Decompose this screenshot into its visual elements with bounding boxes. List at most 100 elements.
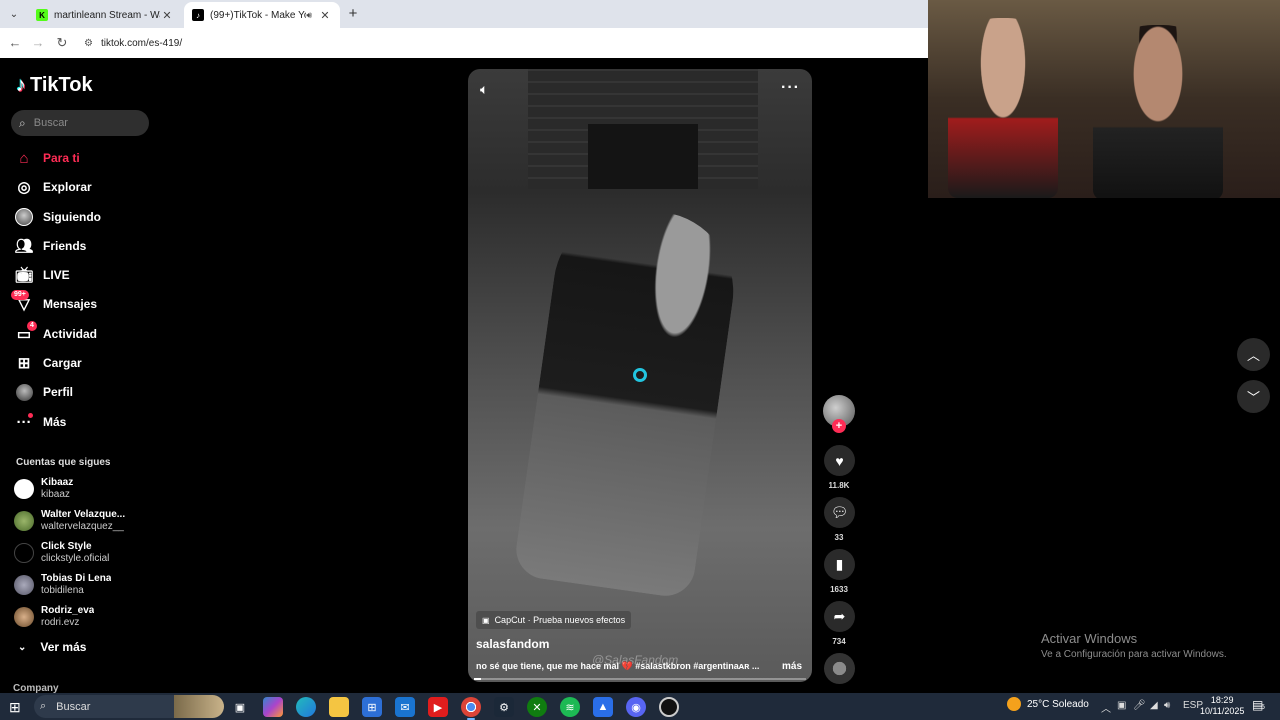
clock-date: 10/11/2025 <box>1200 706 1245 716</box>
volume-tray-icon[interactable]: 🔊︎ <box>1164 700 1170 711</box>
like-button[interactable]: ♥ <box>824 445 855 476</box>
comment-button[interactable]: 💬︎ <box>824 497 855 528</box>
volume-icon[interactable]: 🔈︎ <box>480 81 488 98</box>
save-count: 1633 <box>830 585 848 594</box>
app-icon[interactable]: ▲ <box>593 697 613 717</box>
notification-center-icon[interactable]: ▤ 5 <box>1252 698 1265 712</box>
nav-label: Siguiendo <box>43 210 101 224</box>
nav-para-ti[interactable]: ⌂ Para ti <box>14 146 154 170</box>
tab-audio-icon[interactable]: 🔊︎ <box>306 10 312 21</box>
taskbar-search[interactable]: ⌕ Buscar <box>34 695 224 718</box>
url-field[interactable]: ⚙ tiktok.com/es-419/ <box>84 33 182 53</box>
chrome-icon[interactable] <box>461 697 481 720</box>
nav-explorar[interactable]: ◎ Explorar <box>14 175 154 199</box>
browser-tab-tiktok[interactable]: ♪ (99+)TikTok - Make Your Da 🔊︎ ✕ <box>184 2 340 28</box>
account-name: Kibaaz <box>41 477 74 488</box>
webcam-overlay <box>928 0 1280 198</box>
video-progress-bar[interactable] <box>474 678 806 680</box>
steam-icon[interactable]: ⚙ <box>494 697 514 717</box>
caption-more-button[interactable]: más <box>782 661 802 672</box>
tab-search-dropdown-icon[interactable]: ⌄ <box>4 4 24 24</box>
file-explorer-icon[interactable] <box>329 697 349 717</box>
new-tab-button[interactable]: + <box>344 5 362 23</box>
nav-label: Más <box>43 415 67 429</box>
video-player[interactable]: 🔈︎ ··· ▣ CapCut · Prueba nuevos efectos … <box>468 69 812 682</box>
network-icon[interactable]: ◢ <box>1150 700 1158 711</box>
microsoft-store-icon[interactable]: ⊞ <box>362 697 382 717</box>
reload-icon[interactable]: ↻ <box>53 34 71 52</box>
follow-plus-icon[interactable]: + <box>832 419 846 433</box>
nav-friends[interactable]: 👥︎ Friends <box>14 234 154 258</box>
nav-actividad[interactable]: ▭ 4 Actividad <box>14 321 154 346</box>
nav-perfil[interactable]: Perfil <box>14 380 154 404</box>
copilot-icon[interactable] <box>263 697 283 717</box>
discord-icon[interactable]: ◉ <box>626 697 646 717</box>
save-button[interactable]: ▮ <box>824 549 855 580</box>
taskbar-clock[interactable]: 18:29 10/11/2025 <box>1200 695 1244 717</box>
friends-icon: 👥︎ <box>14 238 34 255</box>
account-username: clickstyle.oficial <box>41 553 110 564</box>
messages-icon: ▽ 99+ <box>11 290 34 314</box>
tab-title: (99+)TikTok - Make Your Da <box>210 9 306 21</box>
following-avatar-icon <box>14 207 34 227</box>
heart-icon: ♥ <box>835 452 844 469</box>
edge-icon[interactable] <box>296 697 316 717</box>
tray-app-icon[interactable]: ▣ <box>1117 700 1126 711</box>
previous-video-button[interactable]: ︿ <box>1237 338 1270 371</box>
like-count: 11.8K <box>828 481 850 490</box>
more-icon: ··· <box>16 413 33 431</box>
capcut-effect-tag[interactable]: ▣ CapCut · Prueba nuevos efectos <box>476 611 632 629</box>
search-input[interactable]: ⌕ Buscar <box>11 110 149 136</box>
weather-widget[interactable]: 25°C Soleado <box>1007 697 1089 711</box>
nav-live[interactable]: 📺︎ LIVE <box>14 263 154 287</box>
see-more-button[interactable]: ⌄ Ver más <box>18 640 86 654</box>
music-disc-icon[interactable] <box>824 653 855 684</box>
more-options-icon[interactable]: ··· <box>781 79 800 97</box>
mail-icon[interactable]: ✉ <box>395 697 415 717</box>
video-frame-fireplace-opening <box>588 124 698 189</box>
share-button[interactable]: ➦ <box>824 601 855 632</box>
chevron-down-icon: ⌄ <box>18 641 27 653</box>
back-icon[interactable]: ← <box>6 34 24 52</box>
windows-start-icon[interactable]: ⊞ <box>9 699 21 716</box>
following-account[interactable]: Kibaaz kibaaz <box>14 475 154 503</box>
browser-tab-kick[interactable]: K martinleann Stream - Watch Li ✕ <box>28 2 182 28</box>
close-tab-icon[interactable]: ✕ <box>318 9 332 22</box>
youtube-icon[interactable]: ▶ <box>428 697 448 717</box>
site-info-icon[interactable]: ⚙ <box>84 38 93 49</box>
next-video-button[interactable]: ﹀ <box>1237 380 1270 413</box>
messages-badge: 99+ <box>11 290 29 300</box>
xbox-icon[interactable]: ✕ <box>527 697 547 717</box>
microphone-icon[interactable]: 🎤︎ <box>1133 700 1146 711</box>
tiktok-logo[interactable]: ♪ TikTok <box>16 74 93 97</box>
notification-count: 5 <box>1261 704 1265 711</box>
following-account[interactable]: Click Style clickstyle.oficial <box>14 539 154 567</box>
nav-label: Friends <box>43 239 87 253</box>
tray-overflow-icon[interactable]: ︿ <box>1101 700 1111 715</box>
search-placeholder: Buscar <box>33 117 68 129</box>
nav-siguiendo[interactable]: Siguiendo <box>14 205 154 229</box>
account-name: Walter Velazque... <box>41 509 126 520</box>
spotify-icon[interactable]: ≋ <box>560 697 580 717</box>
task-view-icon[interactable]: ▣ <box>230 697 250 717</box>
url-text: tiktok.com/es-419/ <box>100 37 183 49</box>
app-icon-secondary[interactable] <box>659 697 679 717</box>
nav-cargar[interactable]: ⊞ Cargar <box>14 351 154 375</box>
nav-label: Mensajes <box>43 297 98 311</box>
clock-time: 18:29 <box>1210 695 1234 705</box>
upload-icon: ⊞ <box>17 355 31 372</box>
following-account[interactable]: Walter Velazque... waltervelazquez__ <box>14 507 154 535</box>
nav-mensajes[interactable]: ▽ 99+ Mensajes <box>11 290 154 316</box>
more-dot <box>28 413 33 418</box>
video-author[interactable]: salasfandom <box>476 637 549 651</box>
video-progress-fill <box>474 678 481 680</box>
following-account[interactable]: Rodriz_eva rodri.evz <box>14 603 154 631</box>
live-icon: 📺︎ <box>14 267 34 284</box>
account-name: Rodriz_eva <box>41 605 95 616</box>
home-icon: ⌂ <box>19 149 29 167</box>
share-count: 734 <box>832 637 846 646</box>
nav-mas[interactable]: ··· Más <box>14 410 154 434</box>
following-account[interactable]: Tobias Di Lena tobidilena <box>14 571 154 599</box>
close-tab-icon[interactable]: ✕ <box>160 9 174 22</box>
forward-icon[interactable]: → <box>29 34 47 52</box>
